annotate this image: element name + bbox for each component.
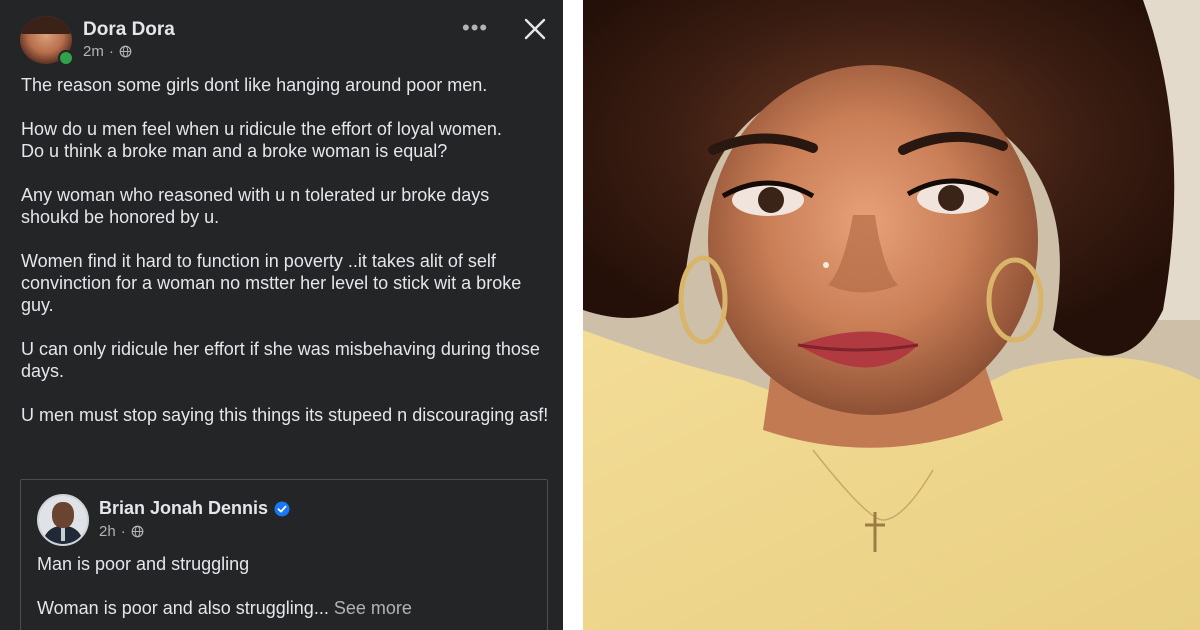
globe-icon bbox=[131, 525, 144, 538]
panel-divider bbox=[563, 0, 583, 630]
post-paragraph: Women find it hard to function in povert… bbox=[21, 251, 522, 315]
post-meta: 2m · bbox=[83, 43, 132, 60]
post-paragraph: The reason some girls dont like hanging … bbox=[21, 75, 488, 95]
post-author-name[interactable]: Dora Dora bbox=[83, 19, 175, 41]
facebook-post-screenshot: Dora Dora 2m · ••• The reason some girls… bbox=[0, 0, 563, 630]
post-paragraph: U can only ridicule her effort if she wa… bbox=[21, 339, 540, 381]
more-options-icon[interactable]: ••• bbox=[462, 17, 488, 39]
shared-author-name[interactable]: Brian Jonah Dennis bbox=[99, 498, 268, 519]
shared-author: Brian Jonah Dennis bbox=[99, 498, 290, 519]
verified-badge-icon bbox=[274, 501, 290, 516]
close-icon[interactable] bbox=[521, 15, 549, 43]
post-paragraph: How do u men feel when u ridicule the ef… bbox=[21, 119, 502, 161]
selfie-photo bbox=[583, 0, 1200, 630]
post-paragraph: Any woman who reasoned with u n tolerate… bbox=[21, 185, 490, 227]
selfie-illustration bbox=[583, 0, 1200, 630]
shared-author-avatar[interactable] bbox=[37, 494, 89, 546]
shared-text-line: Woman is poor and also struggling... See… bbox=[37, 598, 412, 619]
post-timestamp[interactable]: 2m bbox=[83, 43, 104, 60]
shared-post-card[interactable]: Brian Jonah Dennis 2h · Man is poor and … bbox=[20, 479, 548, 630]
meta-separator: · bbox=[108, 43, 114, 60]
shared-meta: 2h · bbox=[99, 523, 144, 540]
shared-text-line: Man is poor and struggling bbox=[37, 554, 250, 574]
globe-icon bbox=[119, 45, 132, 58]
shared-text-preview: Woman is poor and also struggling... bbox=[37, 598, 329, 618]
online-status-dot bbox=[58, 50, 74, 66]
meta-separator: · bbox=[120, 523, 126, 540]
shared-timestamp[interactable]: 2h bbox=[99, 523, 116, 540]
post-body: The reason some girls dont like hanging … bbox=[21, 74, 551, 426]
post-paragraph: U men must stop saying this things its s… bbox=[21, 405, 549, 425]
see-more-link[interactable]: See more bbox=[334, 598, 412, 618]
